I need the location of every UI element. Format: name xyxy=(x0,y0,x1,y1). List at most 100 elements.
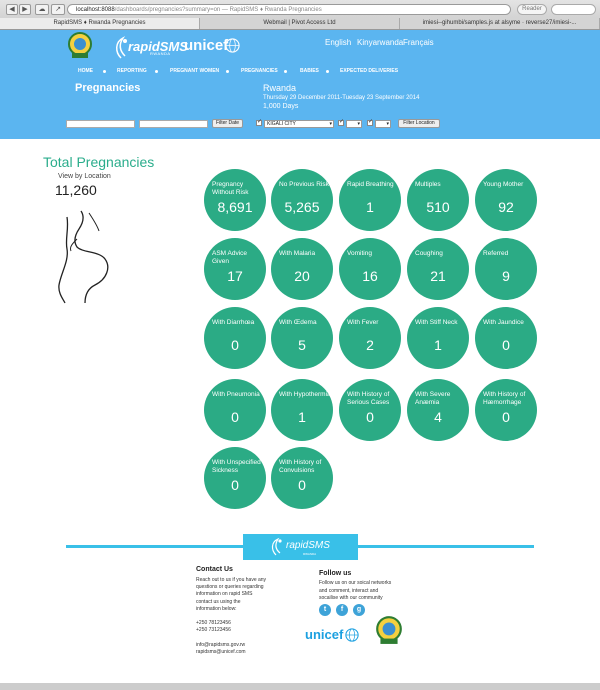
cloud-icon[interactable]: ☁ xyxy=(35,4,49,15)
indicator-label: With Severe Anæmia xyxy=(415,391,451,406)
indicator-value: 1 xyxy=(366,199,374,215)
tab-webmail[interactable]: Webmail | Pivot Access Ltd xyxy=(200,18,400,29)
back-icon[interactable]: ◀ xyxy=(6,4,18,15)
indicator-label: With Œdema xyxy=(279,319,317,326)
tab-rapidsms[interactable]: RapidSMS ♦ Rwanda Pregnancies xyxy=(0,18,200,29)
contact-title: Contact Us xyxy=(196,566,233,573)
indicator-value: 1 xyxy=(434,337,442,353)
province-select[interactable]: KIGALI CITY xyxy=(264,120,334,128)
district-checkbox[interactable] xyxy=(338,118,344,126)
page-title: Pregnancies xyxy=(75,82,141,94)
indicator-circle[interactable]: With Stiff Neck 1 xyxy=(407,307,469,369)
indicator-label: With Diarrhœa xyxy=(212,319,255,326)
address-bar[interactable]: localhost:8088/dashboards/pregnancies?su… xyxy=(67,4,511,15)
follow-title: Follow us xyxy=(319,570,352,577)
nav-babies[interactable]: Babies xyxy=(300,68,319,74)
indicator-label: Referred xyxy=(483,250,509,257)
contact-line: +250 78123456 xyxy=(196,620,231,627)
contact-line: rapidsms@unicef.com xyxy=(196,649,246,655)
contact-line: information below: xyxy=(196,605,237,612)
indicator-circle[interactable]: With Severe Anæmia 4 xyxy=(407,379,469,441)
nav-home[interactable]: Home xyxy=(78,68,93,74)
indicator-label: With Malaria xyxy=(279,250,316,257)
lang-french[interactable]: Français xyxy=(403,38,434,47)
indicator-circle[interactable]: Multiples 510 xyxy=(407,169,469,231)
indicator-circle[interactable]: With History of Serious Cases 0 xyxy=(339,379,401,441)
indicator-circle[interactable]: Rapid Breathing 1 xyxy=(339,169,401,231)
indicator-label: With Unspecified Sickness xyxy=(212,459,261,474)
nav-pregnant-women[interactable]: Pregnant Women xyxy=(170,68,219,74)
province-checkbox[interactable] xyxy=(256,118,262,126)
lang-english[interactable]: English xyxy=(325,38,351,47)
indicator-label: With Stiff Neck xyxy=(415,319,458,326)
search-field[interactable] xyxy=(551,4,596,15)
indicator-label: No Previous Risk xyxy=(279,181,329,188)
district-select[interactable] xyxy=(346,120,362,128)
rwanda-seal-icon xyxy=(68,32,92,58)
indicator-value: 17 xyxy=(227,268,243,284)
nav-separator xyxy=(155,70,158,73)
indicator-circle[interactable]: Vomiting 16 xyxy=(339,238,401,300)
indicator-circle[interactable]: With Diarrhœa 0 xyxy=(204,307,266,369)
date-range: Thursday 29 December 2011-Tuesday 23 Sep… xyxy=(263,95,420,101)
start-date-input[interactable] xyxy=(66,120,135,128)
nav-separator xyxy=(326,70,329,73)
facebook-icon[interactable]: f xyxy=(336,604,348,616)
indicator-value: 20 xyxy=(294,268,310,284)
lang-kinyarwanda[interactable]: Kinyarwanda xyxy=(357,38,403,47)
sector-checkbox[interactable] xyxy=(367,118,373,126)
indicator-circle[interactable]: With Unspecified Sickness 0 xyxy=(204,447,266,509)
indicator-circle[interactable]: With Malaria 20 xyxy=(271,238,333,300)
indicator-value: 1 xyxy=(298,409,306,425)
filter-location-button[interactable]: Filter Location xyxy=(398,119,440,128)
indicator-circle[interactable]: Pregnancy Without Risk 8,691 xyxy=(204,169,266,231)
indicator-circle[interactable]: With Pneumonia 0 xyxy=(204,379,266,441)
filter-date-button[interactable]: Filter Date xyxy=(212,119,243,128)
nav-separator xyxy=(103,70,106,73)
url-title: — RapidSMS ♦ Rwanda Pregnancies xyxy=(220,7,322,13)
indicator-circle[interactable]: With Œdema 5 xyxy=(271,307,333,369)
tab-github[interactable]: imiesi--gihumbi/samples.js at alsyme · r… xyxy=(400,18,600,29)
forward-icon[interactable]: ▶ xyxy=(19,4,31,15)
indicator-circle[interactable]: Young Mother 92 xyxy=(475,169,537,231)
url-host: localhost:8088 xyxy=(76,7,115,13)
view-by-location-link[interactable]: View by Location xyxy=(58,173,111,180)
indicator-label: ASM Advice Given xyxy=(212,250,248,265)
indicator-circle[interactable]: With Hypothermia 1 xyxy=(271,379,333,441)
indicator-label: With History of Serious Cases xyxy=(347,391,390,406)
main-nav: Home Reporting Pregnant Women Pregnancie… xyxy=(0,68,600,78)
share-icon[interactable]: ↗ xyxy=(51,4,65,15)
indicator-circle[interactable]: With Jaundice 0 xyxy=(475,307,537,369)
indicator-circle[interactable]: With History of Hæmorrhage 0 xyxy=(475,379,537,441)
nav-expected-deliveries[interactable]: Expected Deliveries xyxy=(340,68,398,74)
follow-line: Follow us on our soical networks xyxy=(319,580,392,586)
footer-rwanda-seal-icon xyxy=(376,616,402,644)
contact-line: contact us using the xyxy=(196,598,241,605)
nav-reporting[interactable]: Reporting xyxy=(117,68,147,74)
indicator-value: 0 xyxy=(366,409,374,425)
indicator-circle[interactable]: Referred 9 xyxy=(475,238,537,300)
nav-pregnancies[interactable]: Pregnancies xyxy=(241,68,278,74)
indicator-circle[interactable]: With History of Convulsions 0 xyxy=(271,447,333,509)
indicator-value: 5 xyxy=(298,337,306,353)
indicator-label: With Fever xyxy=(347,319,379,326)
nav-separator xyxy=(226,70,229,73)
contact-line: information on rapid SMS xyxy=(196,591,253,598)
reader-button[interactable]: Reader xyxy=(517,4,547,15)
indicator-circle[interactable]: No Previous Risk 5,265 xyxy=(271,169,333,231)
indicator-circle[interactable]: ASM Advice Given 17 xyxy=(204,238,266,300)
end-date-input[interactable] xyxy=(139,120,208,128)
google-plus-icon[interactable]: g xyxy=(353,604,365,616)
indicator-circle[interactable]: Coughing 21 xyxy=(407,238,469,300)
contact-line: questions or queries regarding xyxy=(196,584,264,591)
indicator-value: 0 xyxy=(231,409,239,425)
indicator-label: With Jaundice xyxy=(483,319,524,326)
total-pregnancies-title: Total Pregnancies xyxy=(43,154,155,170)
twitter-icon[interactable]: t xyxy=(319,604,331,616)
contact-line: Reach out to us if you have any xyxy=(196,577,267,583)
sector-select[interactable] xyxy=(375,120,391,128)
indicator-circle[interactable]: With Fever 2 xyxy=(339,307,401,369)
footer-logo-sub: RWANDA xyxy=(303,552,317,556)
indicator-value: 4 xyxy=(434,409,442,425)
indicator-value: 0 xyxy=(298,477,306,493)
